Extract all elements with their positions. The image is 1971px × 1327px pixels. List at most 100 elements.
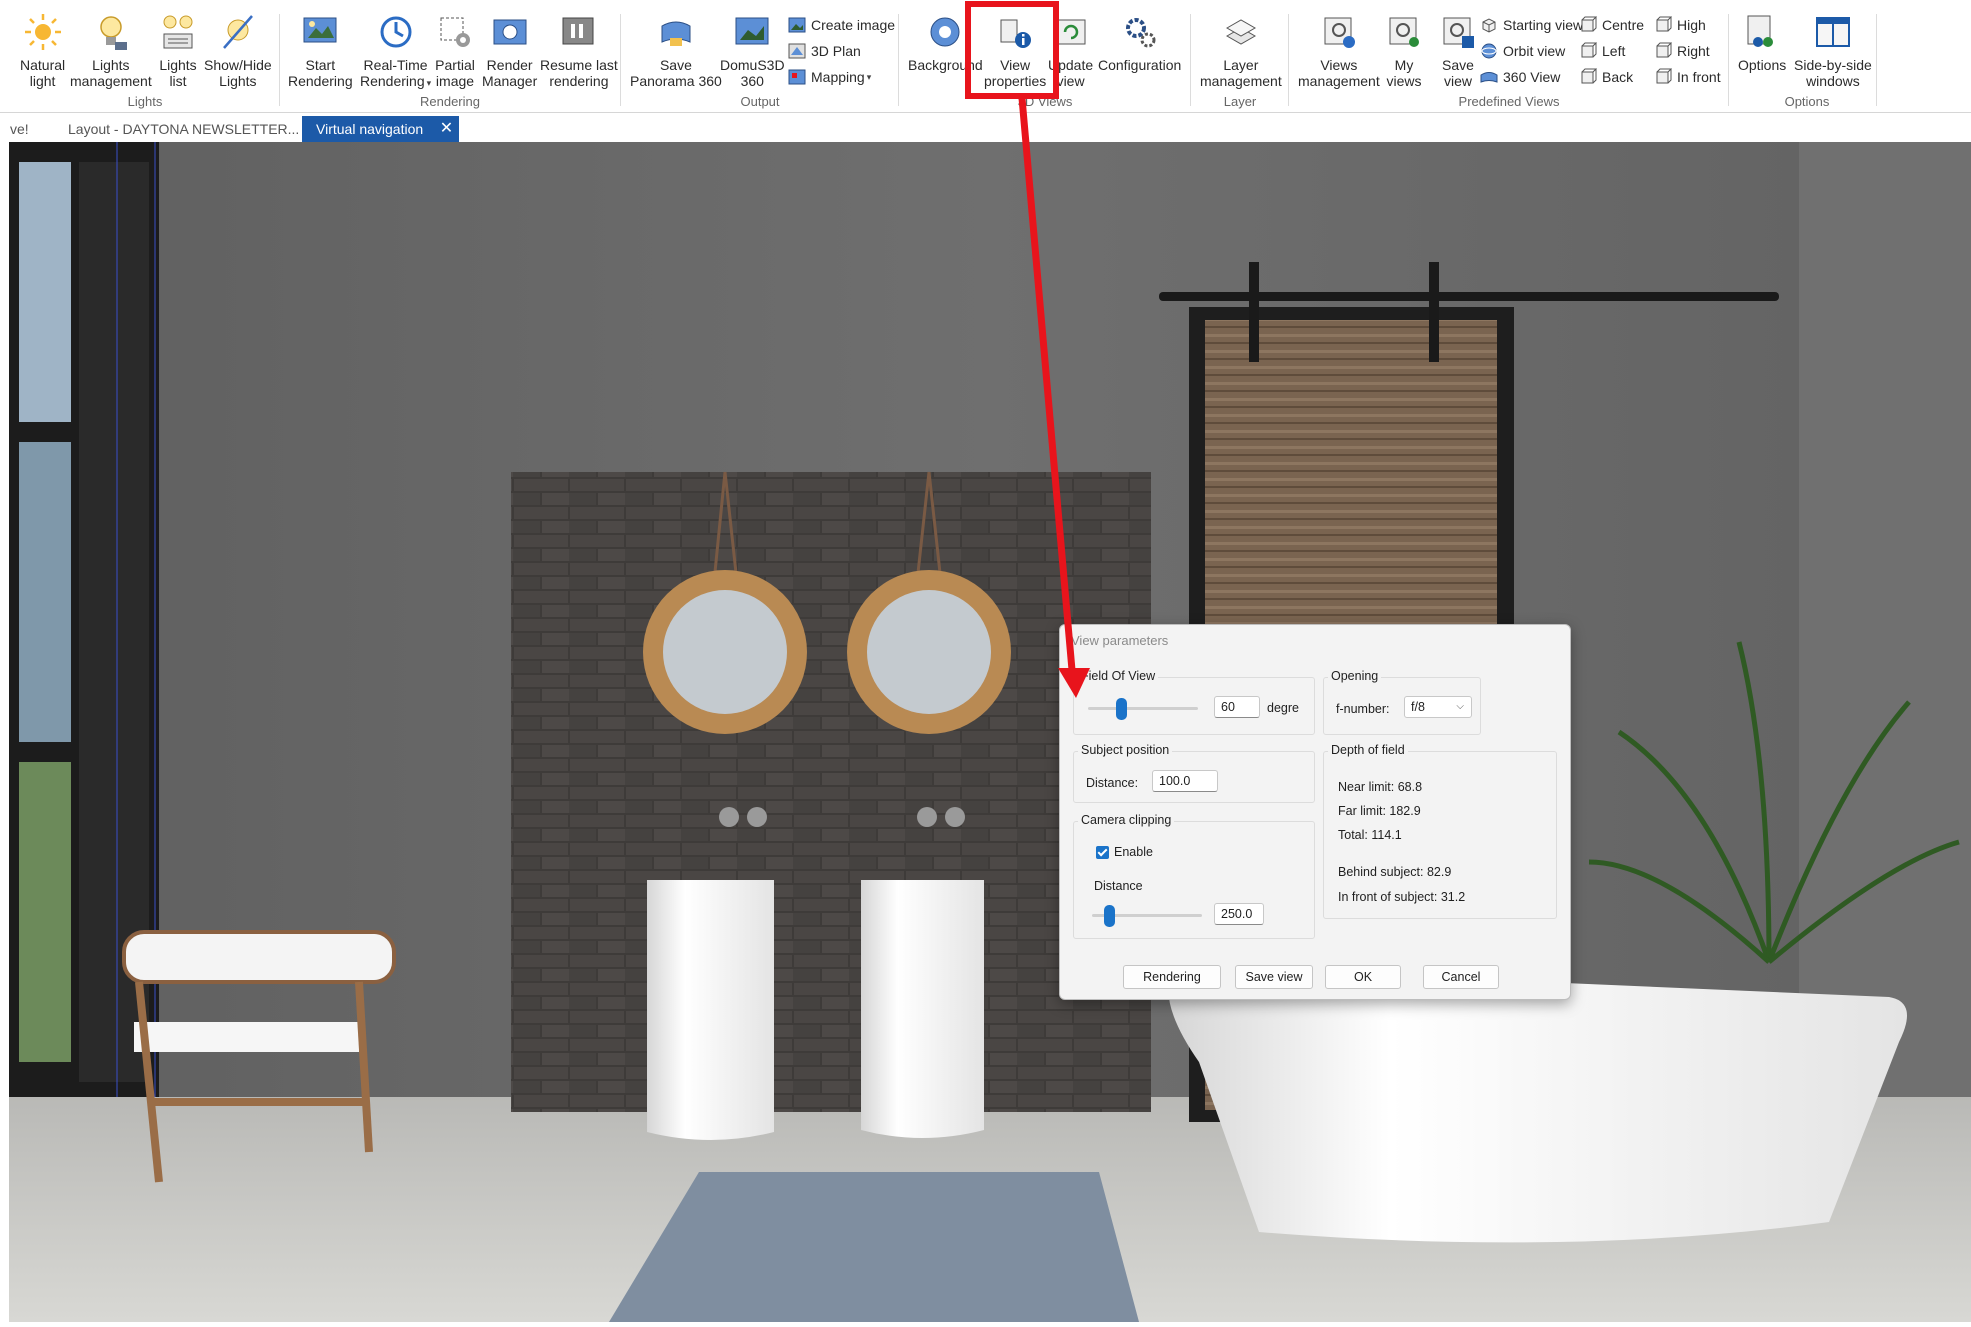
chevron-down-icon: ⌵	[1456, 701, 1464, 712]
document-tab-bar: ve! Layout - DAYTONA NEWSLETTER... Virtu…	[0, 116, 1971, 142]
save-view-icon	[1443, 17, 1474, 48]
plan-3d-icon	[788, 43, 806, 59]
starting-view-button[interactable]: Starting view	[1480, 16, 1583, 34]
create-image-button[interactable]: Create image	[788, 16, 895, 34]
realtime-rendering-icon	[380, 16, 412, 48]
rendering-button[interactable]: Rendering	[1123, 965, 1221, 989]
options-button[interactable]: Options	[1738, 12, 1786, 73]
centre-view-button[interactable]: Centre	[1579, 16, 1644, 34]
subject-distance-label: Distance:	[1086, 776, 1139, 790]
sun-icon	[24, 14, 61, 50]
realtime-rendering-button[interactable]: Real-Time Rendering ▾	[360, 12, 431, 91]
partial-image-button[interactable]: Partial image	[435, 12, 475, 89]
group-title-predefined-views: Predefined Views	[1458, 94, 1560, 109]
ribbon-group-rendering: Start Rendering Real-Time Rendering ▾ Par…	[282, 12, 618, 110]
save-view-dialog-button[interactable]: Save view	[1235, 965, 1313, 989]
3d-viewport[interactable]: View parameters Field Of View 60 degre O…	[9, 142, 1971, 1322]
lights-list-icon	[163, 15, 193, 49]
high-view-button[interactable]: High	[1654, 16, 1706, 34]
render-manager-button[interactable]: Render Manager	[482, 12, 537, 89]
cube-front-icon	[1656, 68, 1672, 84]
my-views-button[interactable]: My views	[1384, 12, 1424, 89]
subject-position-title: Subject position	[1078, 743, 1173, 757]
layers-icon	[1225, 19, 1256, 45]
view-properties-button[interactable]: View properties	[984, 12, 1046, 89]
left-view-button[interactable]: Left	[1579, 42, 1625, 60]
plan-3d-button[interactable]: 3D Plan	[788, 42, 861, 60]
tab-partial[interactable]: ve!	[10, 116, 50, 142]
bathroom-scene-render	[9, 142, 1971, 1322]
right-view-button[interactable]: Right	[1654, 42, 1710, 60]
show-hide-lights-button[interactable]: Show/Hide Lights	[204, 12, 272, 89]
subject-distance-input[interactable]: 100.0	[1152, 770, 1218, 792]
group-title-3d-views: 3D Views	[1017, 94, 1073, 109]
lights-management-button[interactable]: Lights management	[70, 12, 152, 89]
save-view-button[interactable]: Save view	[1438, 12, 1478, 89]
clipping-distance-input[interactable]: 250.0	[1214, 903, 1264, 925]
behind-subject-text: Behind subject: 82.9	[1338, 865, 1452, 879]
fov-slider-thumb[interactable]	[1116, 698, 1127, 720]
enable-checkbox[interactable]	[1096, 846, 1109, 859]
update-view-button[interactable]: Update view	[1048, 12, 1093, 89]
cancel-button[interactable]: Cancel	[1423, 965, 1499, 989]
opening-title: Opening	[1328, 669, 1382, 683]
cube-icon	[1482, 18, 1496, 33]
ribbon-separator	[1728, 14, 1729, 106]
resume-rendering-icon	[562, 17, 594, 45]
tab-layout[interactable]: Layout - DAYTONA NEWSLETTER...	[68, 116, 300, 142]
layer-management-button[interactable]: Layer management	[1200, 12, 1282, 89]
orbit-view-button[interactable]: Orbit view	[1480, 42, 1565, 60]
side-by-side-windows-button[interactable]: Side-by-side windows	[1794, 12, 1872, 89]
f-number-select[interactable]: f/8 ⌵	[1404, 696, 1472, 718]
back-view-button[interactable]: Back	[1579, 68, 1633, 86]
background-button[interactable]: Background	[908, 12, 983, 73]
fov-slider-track[interactable]	[1088, 707, 1198, 710]
ribbon-group-options: Options Side-by-side windows Options	[1732, 12, 1882, 110]
close-icon[interactable]: ✕	[440, 116, 453, 142]
configuration-button[interactable]: Configuration	[1098, 12, 1181, 73]
group-title-output: Output	[740, 94, 780, 109]
tab-virtual-navigation[interactable]: Virtual navigation ✕	[302, 116, 460, 142]
lights-list-button[interactable]: Lights list	[158, 12, 198, 89]
ribbon-separator	[1876, 14, 1877, 106]
in-front-view-button[interactable]: In front	[1654, 68, 1721, 86]
mapping-button[interactable]: Mapping ▾	[788, 68, 871, 86]
cube-back-icon	[1581, 68, 1597, 84]
ribbon-separator	[898, 14, 899, 106]
clipping-distance-label: Distance	[1094, 879, 1143, 893]
subject-position-section: Subject position Distance: 100.0	[1073, 743, 1315, 803]
partial-image-icon	[440, 17, 470, 47]
dialog-title: View parameters	[1071, 633, 1169, 648]
fov-section: Field Of View 60 degre	[1073, 669, 1315, 735]
group-title-layer: Layer	[1223, 94, 1257, 109]
side-by-side-icon	[1815, 17, 1850, 47]
render-manager-icon	[493, 19, 527, 45]
resume-last-rendering-button[interactable]: Resume last rendering	[540, 12, 618, 89]
view-360-button[interactable]: 360 View	[1480, 68, 1560, 86]
my-views-icon	[1389, 17, 1419, 47]
domus3d-360-icon	[735, 17, 769, 45]
ok-button[interactable]: OK	[1325, 965, 1401, 989]
natural-light-button[interactable]: Natural light	[20, 12, 65, 89]
ribbon-group-3d-views: Background View properties Update view C…	[902, 12, 1188, 110]
background-icon	[930, 17, 960, 47]
dropdown-caret-icon: ▾	[866, 71, 872, 82]
depth-of-field-title: Depth of field	[1328, 743, 1408, 757]
ribbon-toolbar: Natural light Lights management Lights l…	[0, 0, 1971, 113]
views-management-button[interactable]: Views management	[1298, 12, 1380, 89]
start-rendering-button[interactable]: Start Rendering	[288, 12, 353, 89]
fov-input[interactable]: 60	[1214, 696, 1260, 718]
depth-of-field-section: Depth of field Near limit: 68.8 Far limi…	[1323, 743, 1557, 919]
save-panorama-button[interactable]: Save Panorama 360	[630, 12, 722, 89]
total-text: Total: 114.1	[1338, 828, 1402, 842]
dropdown-caret-icon: ▾	[426, 78, 432, 88]
view-360-icon	[1480, 72, 1498, 83]
far-limit-text: Far limit: 182.9	[1338, 804, 1421, 818]
clipping-slider-thumb[interactable]	[1103, 905, 1115, 927]
mapping-icon	[788, 69, 806, 85]
domus3d-360-button[interactable]: DomuS3D 360	[720, 12, 785, 89]
ribbon-group-lights: Natural light Lights management Lights l…	[14, 12, 276, 110]
update-view-icon	[1056, 19, 1086, 45]
cube-high-icon	[1656, 16, 1672, 32]
f-number-label: f-number:	[1336, 702, 1390, 716]
